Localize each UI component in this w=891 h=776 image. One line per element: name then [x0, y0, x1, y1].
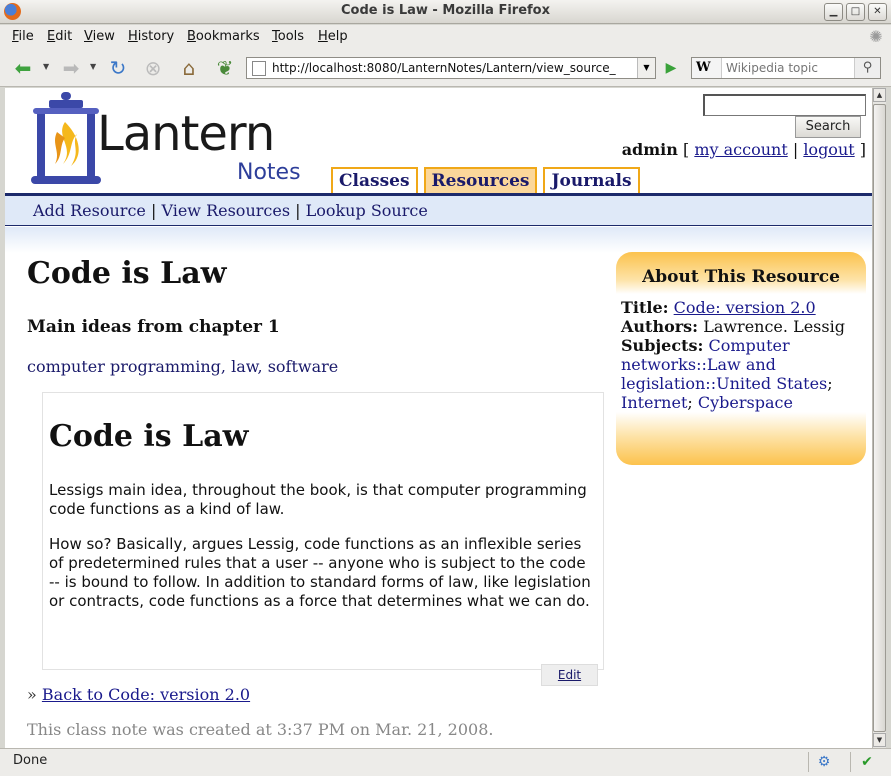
- status-bar: Done ⚙ ✔: [0, 748, 891, 776]
- back-link-line: » Back to Code: version 2.0: [27, 685, 250, 704]
- sub-navigation: Add Resource | View Resources | Lookup S…: [5, 196, 872, 226]
- page-viewport: Lantern Notes Search admin [ my account …: [5, 88, 872, 748]
- tag-link[interactable]: computer programming: [27, 357, 221, 376]
- window-controls: ▁ □ ✕: [824, 3, 887, 21]
- site-search-button[interactable]: Search: [795, 116, 861, 138]
- tag-link[interactable]: law: [231, 357, 257, 376]
- home-icon[interactable]: ⌂: [176, 56, 202, 80]
- page-title: Code is Law: [27, 256, 227, 291]
- title-label: Title:: [621, 298, 669, 317]
- edit-note-button[interactable]: Edit: [541, 664, 598, 686]
- my-account-link[interactable]: my account: [694, 140, 787, 159]
- about-heading: About This Resource: [642, 267, 840, 287]
- authors-value: Lawrence. Lessig: [703, 317, 845, 336]
- authors-label: Authors:: [621, 317, 699, 336]
- url-dropdown-icon[interactable]: ▼: [637, 58, 655, 78]
- wikipedia-engine-icon[interactable]: W: [692, 58, 722, 78]
- lookup-source-link[interactable]: Lookup Source: [306, 201, 428, 220]
- url-text: http://localhost:8080/LanternNotes/Lante…: [272, 61, 616, 75]
- note-heading: Code is Law: [49, 419, 249, 454]
- network-status-icon[interactable]: ⚙: [815, 753, 833, 771]
- username: admin: [621, 140, 678, 159]
- security-check-icon[interactable]: ✔: [858, 753, 876, 771]
- status-text: Done: [13, 753, 48, 768]
- scroll-up-icon[interactable]: ▲: [873, 88, 886, 102]
- web-search-input[interactable]: [722, 61, 850, 75]
- leaf-icon[interactable]: ❦: [212, 56, 238, 80]
- subject-link[interactable]: Cyberspace: [698, 393, 793, 412]
- main-tabs: Classes Resources Journals: [331, 167, 640, 193]
- note-box: Code is Law Lessigs main idea, throughou…: [42, 392, 604, 670]
- vertical-scrollbar[interactable]: ▲ ▼: [872, 88, 886, 748]
- about-details: Title: Code: version 2.0 Authors: Lawren…: [621, 298, 845, 412]
- edit-link[interactable]: Edit: [558, 668, 581, 682]
- subject-tags: computer programming, law, software: [27, 357, 339, 376]
- menu-bar: File Edit View History Bookmarks Tools H…: [0, 25, 891, 49]
- subjects-label: Subjects:: [621, 336, 704, 355]
- web-search-box[interactable]: W ⚲: [691, 57, 881, 79]
- menu-bookmarks[interactable]: Bookmarks: [187, 29, 260, 44]
- menu-file[interactable]: File: [12, 29, 34, 44]
- forward-icon[interactable]: ➡: [58, 56, 84, 80]
- logo-subtitle: Notes: [237, 160, 301, 185]
- close-button[interactable]: ✕: [868, 3, 887, 21]
- back-to-resource-link[interactable]: Back to Code: version 2.0: [42, 685, 250, 704]
- note-paragraph: Lessigs main idea, throughout the book, …: [49, 481, 587, 518]
- menu-tools[interactable]: Tools: [272, 29, 304, 44]
- menu-view[interactable]: View: [84, 29, 115, 44]
- search-icon[interactable]: ⚲: [854, 58, 880, 78]
- stop-icon[interactable]: ⊗: [140, 56, 166, 80]
- back-icon[interactable]: ⬅: [10, 56, 36, 80]
- page-subtitle: Main ideas from chapter 1: [27, 317, 280, 337]
- view-resources-link[interactable]: View Resources: [161, 201, 290, 220]
- user-account-line: admin [ my account | logout ]: [621, 140, 866, 159]
- back-history-dropdown-icon[interactable]: ▼: [43, 62, 49, 71]
- throbber-icon: ✺: [869, 27, 883, 46]
- menu-edit[interactable]: Edit: [47, 29, 72, 44]
- page-icon: [252, 60, 266, 76]
- site-search-input[interactable]: [703, 94, 866, 116]
- navigation-toolbar: ⬅ ▼ ➡ ▼ ↻ ⊗ ⌂ ❦ http://localhost:8080/La…: [0, 49, 891, 87]
- menu-history[interactable]: History: [128, 29, 174, 44]
- status-separator: [808, 752, 809, 772]
- resource-title-link[interactable]: Code: version 2.0: [674, 298, 816, 317]
- window-titlebar: Code is Law - Mozilla Firefox ▁ □ ✕: [0, 0, 891, 24]
- minimize-button[interactable]: ▁: [824, 3, 843, 21]
- tag-link[interactable]: software: [268, 357, 339, 376]
- scroll-thumb[interactable]: [873, 104, 886, 732]
- note-paragraph: How so? Basically, argues Lessig, code f…: [49, 535, 591, 610]
- about-resource-panel: About This Resource Title: Code: version…: [616, 252, 866, 465]
- reload-icon[interactable]: ↻: [105, 56, 131, 80]
- scroll-down-icon[interactable]: ▼: [873, 733, 886, 747]
- maximize-button[interactable]: □: [846, 3, 865, 21]
- tab-journals[interactable]: Journals: [543, 167, 640, 193]
- logo-title: Lantern: [97, 106, 275, 162]
- forward-history-dropdown-icon[interactable]: ▼: [90, 62, 96, 71]
- lantern-logo-icon: [31, 92, 101, 184]
- subnav-fade: [5, 227, 872, 253]
- menu-help[interactable]: Help: [318, 29, 348, 44]
- logout-link[interactable]: logout: [803, 140, 854, 159]
- created-timestamp: This class note was created at 3:37 PM o…: [27, 720, 494, 739]
- go-icon[interactable]: ▶: [660, 58, 682, 78]
- window-title: Code is Law - Mozilla Firefox: [341, 3, 550, 18]
- back-arrow: »: [27, 685, 37, 704]
- url-bar[interactable]: http://localhost:8080/LanternNotes/Lante…: [246, 57, 656, 79]
- subject-link[interactable]: Internet: [621, 393, 687, 412]
- status-separator: [850, 752, 851, 772]
- tab-classes[interactable]: Classes: [331, 167, 418, 193]
- tab-resources[interactable]: Resources: [423, 167, 538, 193]
- add-resource-link[interactable]: Add Resource: [33, 201, 146, 220]
